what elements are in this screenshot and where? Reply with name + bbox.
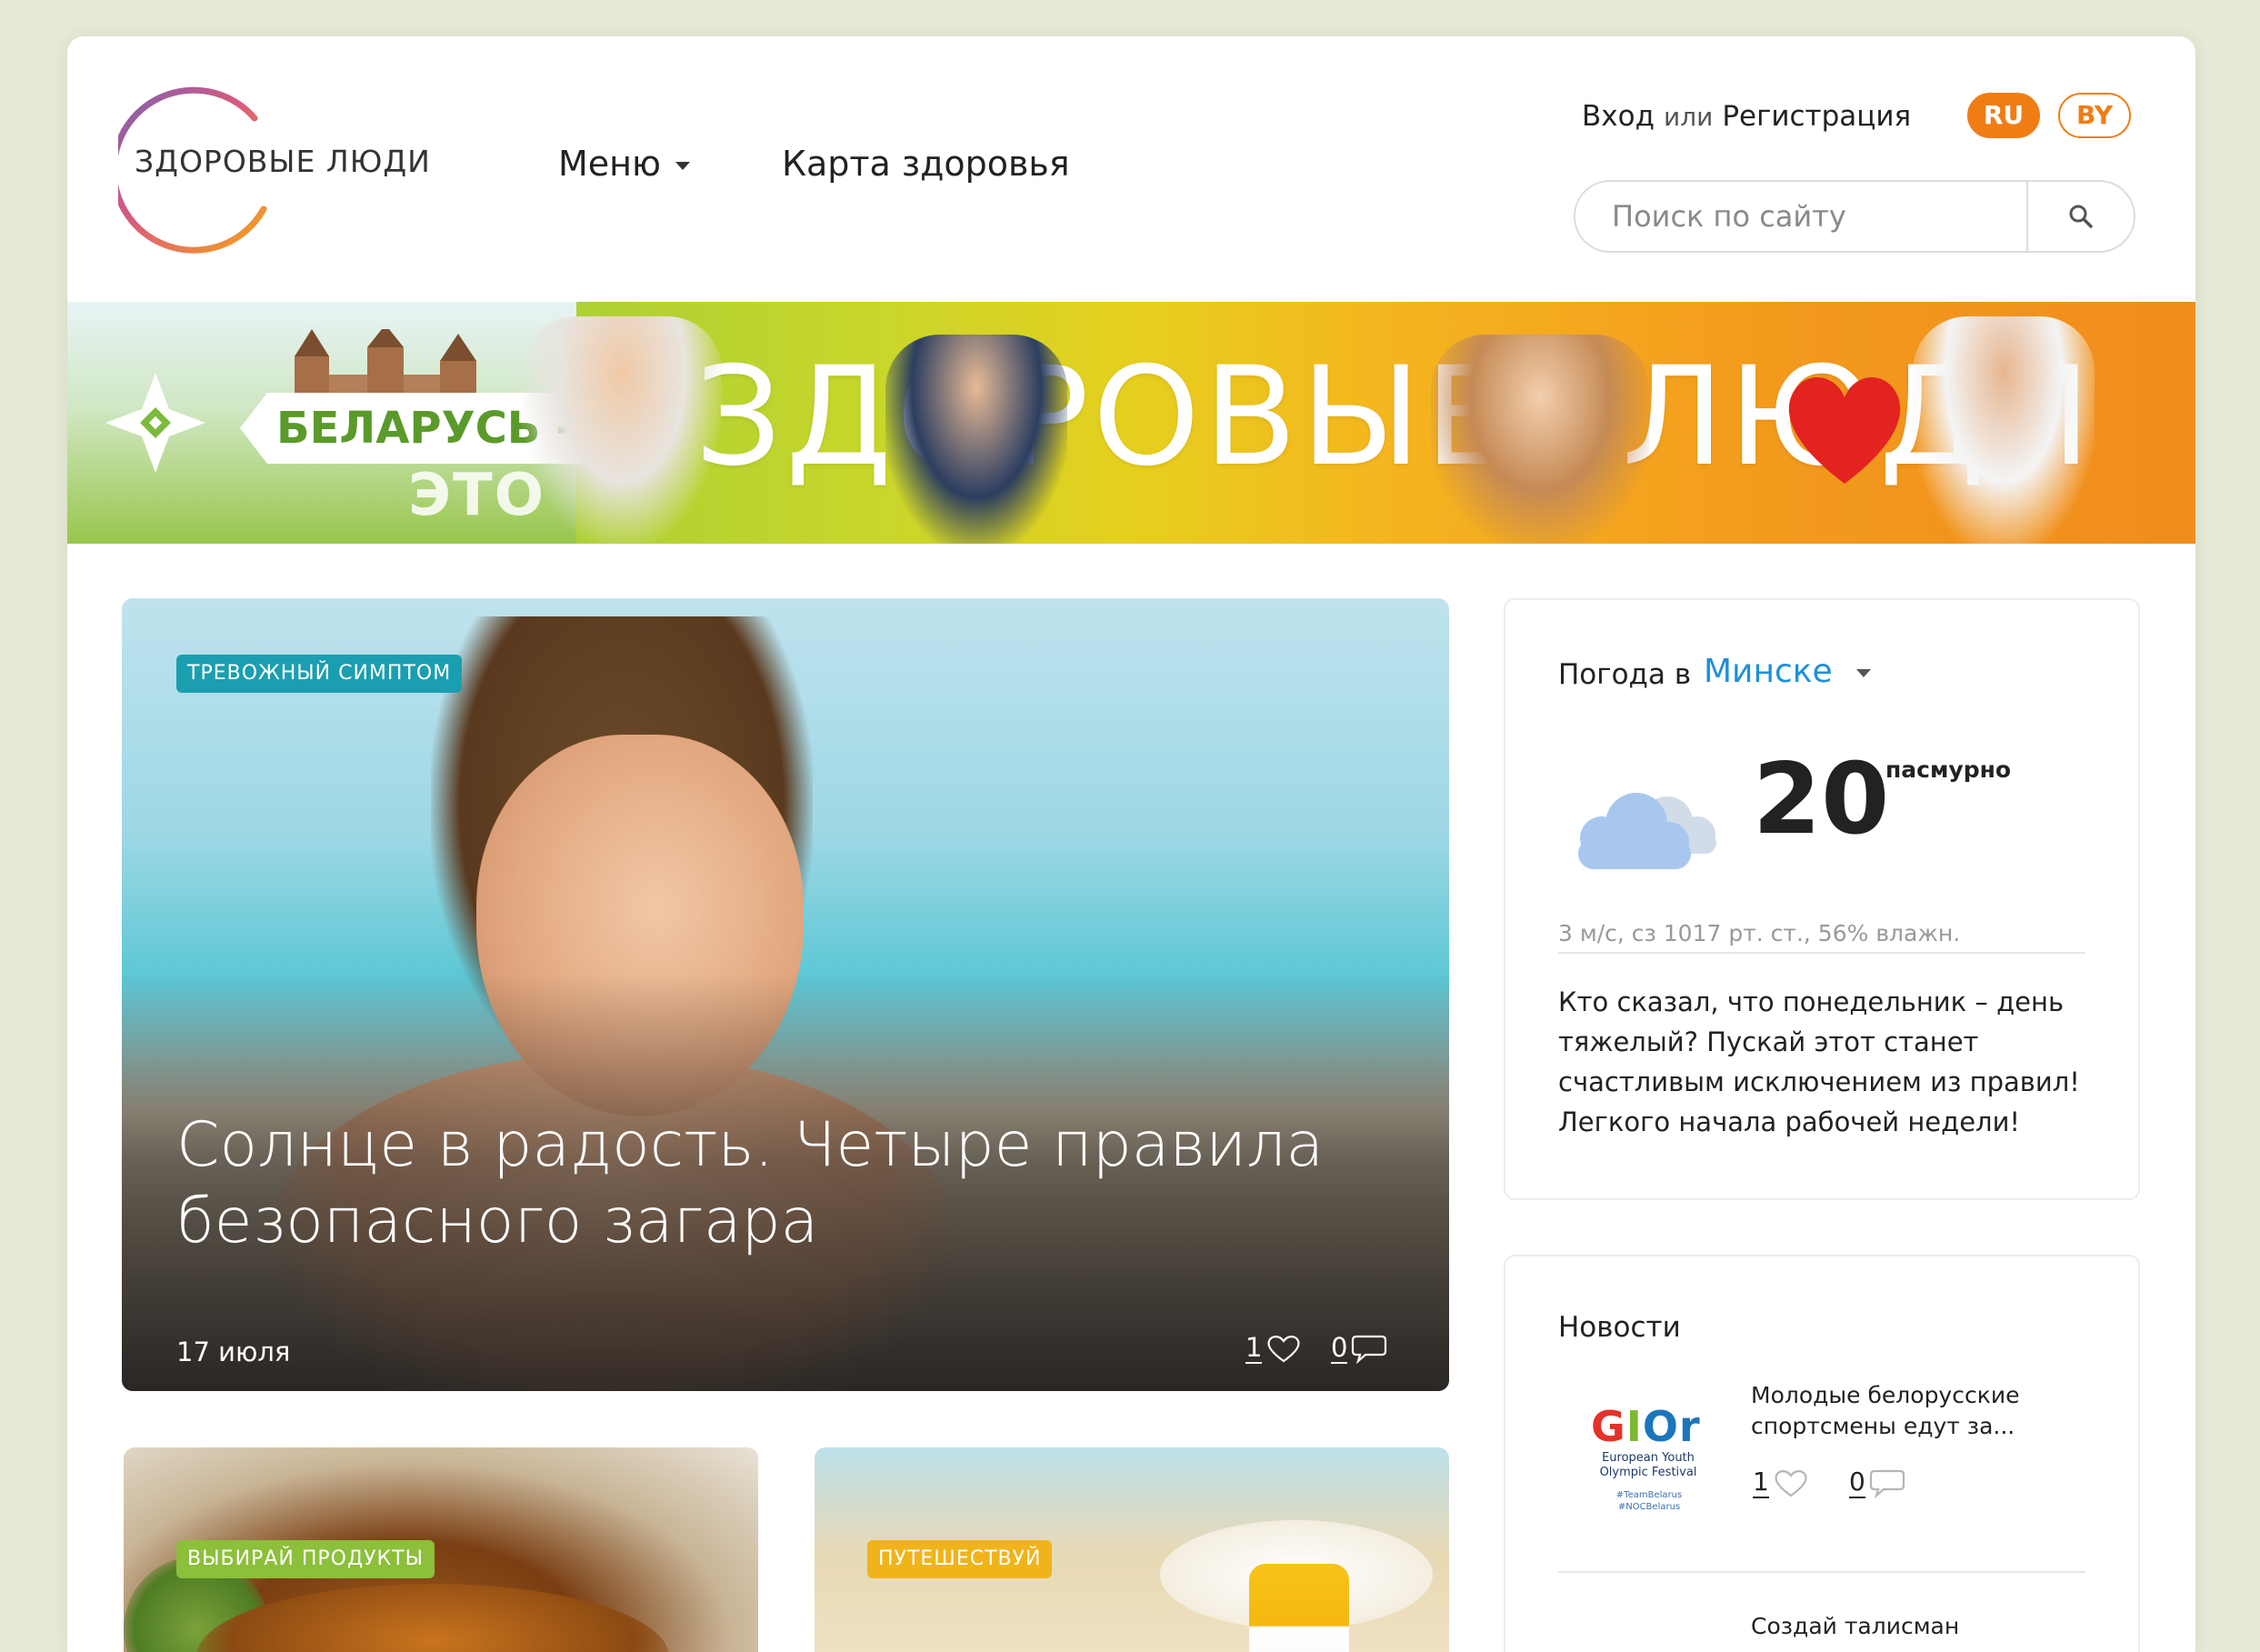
news-title: Новости xyxy=(1558,1311,1681,1344)
comments-count: 0 xyxy=(1849,1466,1865,1498)
heart-icon xyxy=(1788,377,1901,484)
lang-by-button[interactable]: BY xyxy=(2058,93,2131,138)
news-thumbnail[interactable]: GIOr European Youth Olympic Festival #Te… xyxy=(1558,1384,1722,1529)
thumb-caption: European Youth Olympic Festival xyxy=(1599,1451,1697,1479)
banner-person-young-couple xyxy=(1913,316,2095,544)
menu-dropdown[interactable]: Меню xyxy=(558,144,690,184)
featured-article[interactable]: ТРЕВОЖНЫЙ СИМПТОМ Солнце в радость. Четы… xyxy=(122,598,1449,1391)
eyof-logo-rest: Or xyxy=(1642,1402,1701,1451)
article-title[interactable]: Солнце в радость. Четыре правила безопас… xyxy=(176,1107,1358,1260)
lang-ru-button[interactable]: RU xyxy=(1967,93,2040,138)
comments-count: 0 xyxy=(1331,1331,1348,1364)
menu-label: Меню xyxy=(558,144,661,184)
card-photo-roast xyxy=(196,1584,669,1652)
chevron-down-icon xyxy=(1855,669,1871,677)
city-dropdown[interactable]: Минске xyxy=(1704,653,1871,690)
likes-counter[interactable]: 1 xyxy=(1753,1467,1809,1498)
promo-banner[interactable]: БЕЛАРУСЬ - ЭТО ЗДОРОВЫЕ ЛЮДИ xyxy=(67,302,2195,544)
news-item-title[interactable]: Создай талисман xyxy=(1751,1613,1959,1639)
category-tag[interactable]: ВЫБИРАЙ ПРОДУКТЫ xyxy=(176,1540,435,1578)
category-tag[interactable]: ПУТЕШЕСТВУЙ xyxy=(867,1540,1053,1578)
category-tag[interactable]: ТРЕВОЖНЫЙ СИМПТОМ xyxy=(176,655,463,693)
banner-word-healthy: ЗДОРОВЫЕ xyxy=(695,338,1515,496)
news-divider xyxy=(1558,1571,2085,1573)
weather-details: 3 м/с, сз 1017 рт. ст., 56% влажн. xyxy=(1558,920,2085,954)
thumb-hashtags: #TeamBelarus #NOCBelarus xyxy=(1615,1490,1683,1512)
news-widget: Новости GIOr European Youth Olympic Fest… xyxy=(1504,1255,2140,1652)
card-photo-sunscreen xyxy=(1249,1564,1349,1652)
city-name: Минске xyxy=(1704,653,1833,690)
search-input[interactable] xyxy=(1575,182,2026,251)
logo-text: ЗДОРОВЫЕ ЛЮДИ xyxy=(135,144,431,179)
heart-outline-icon xyxy=(1267,1336,1301,1363)
page: ЗДОРОВЫЕ ЛЮДИ Меню Карта здоровья Вход ил… xyxy=(67,36,2195,1652)
comments-counter[interactable]: 0 xyxy=(1849,1467,1905,1498)
heart-outline-icon xyxy=(1775,1470,1807,1497)
likes-count: 1 xyxy=(1753,1466,1769,1498)
weather-widget: Погода в Минске 20 пасмурно 3 м/с, сз 10… xyxy=(1504,598,2140,1200)
site-header: ЗДОРОВЫЕ ЛЮДИ Меню Карта здоровья Вход ил… xyxy=(67,36,2195,302)
search-icon xyxy=(2069,205,2093,228)
comment-bubble-icon xyxy=(1352,1335,1387,1364)
cloud-icon xyxy=(1578,793,1716,869)
news-item-title[interactable]: Молодые белорусские спортсмены едут за..… xyxy=(1751,1380,2096,1442)
weather-label: Погода в xyxy=(1558,658,1692,691)
banner-person-mother-child xyxy=(1431,335,1649,544)
article-date: 17 июля xyxy=(176,1337,291,1367)
site-logo[interactable]: ЗДОРОВЫЕ ЛЮДИ xyxy=(118,82,430,255)
banner-person-family xyxy=(885,335,1067,544)
ornament-icon xyxy=(105,373,205,473)
auth-links: Вход или Регистрация xyxy=(1582,100,1911,133)
article-card-food[interactable]: ВЫБИРАЙ ПРОДУКТЫ xyxy=(124,1447,758,1652)
weather-condition: пасмурно xyxy=(1885,756,2012,783)
temperature-value: 20 xyxy=(1753,743,1890,856)
register-link[interactable]: Регистрация xyxy=(1722,100,1911,133)
login-link[interactable]: Вход xyxy=(1582,100,1655,133)
likes-count: 1 xyxy=(1245,1331,1263,1364)
health-map-link[interactable]: Карта здоровья xyxy=(782,144,1070,184)
chevron-down-icon xyxy=(675,161,690,170)
search-box xyxy=(1574,180,2135,253)
comment-bubble-icon xyxy=(1869,1469,1905,1498)
banner-person-couple xyxy=(522,316,722,544)
search-button[interactable] xyxy=(2026,182,2134,251)
article-card-travel[interactable]: ПУТЕШЕСТВУЙ xyxy=(815,1447,1449,1652)
comments-counter[interactable]: 0 xyxy=(1331,1333,1387,1364)
eyof-logo: GIOr xyxy=(1591,1402,1701,1451)
auth-or-text: или xyxy=(1664,102,1714,132)
weather-greeting: Кто сказал, что понедельник – день тяжел… xyxy=(1558,986,2080,1137)
likes-counter[interactable]: 1 xyxy=(1245,1333,1302,1364)
